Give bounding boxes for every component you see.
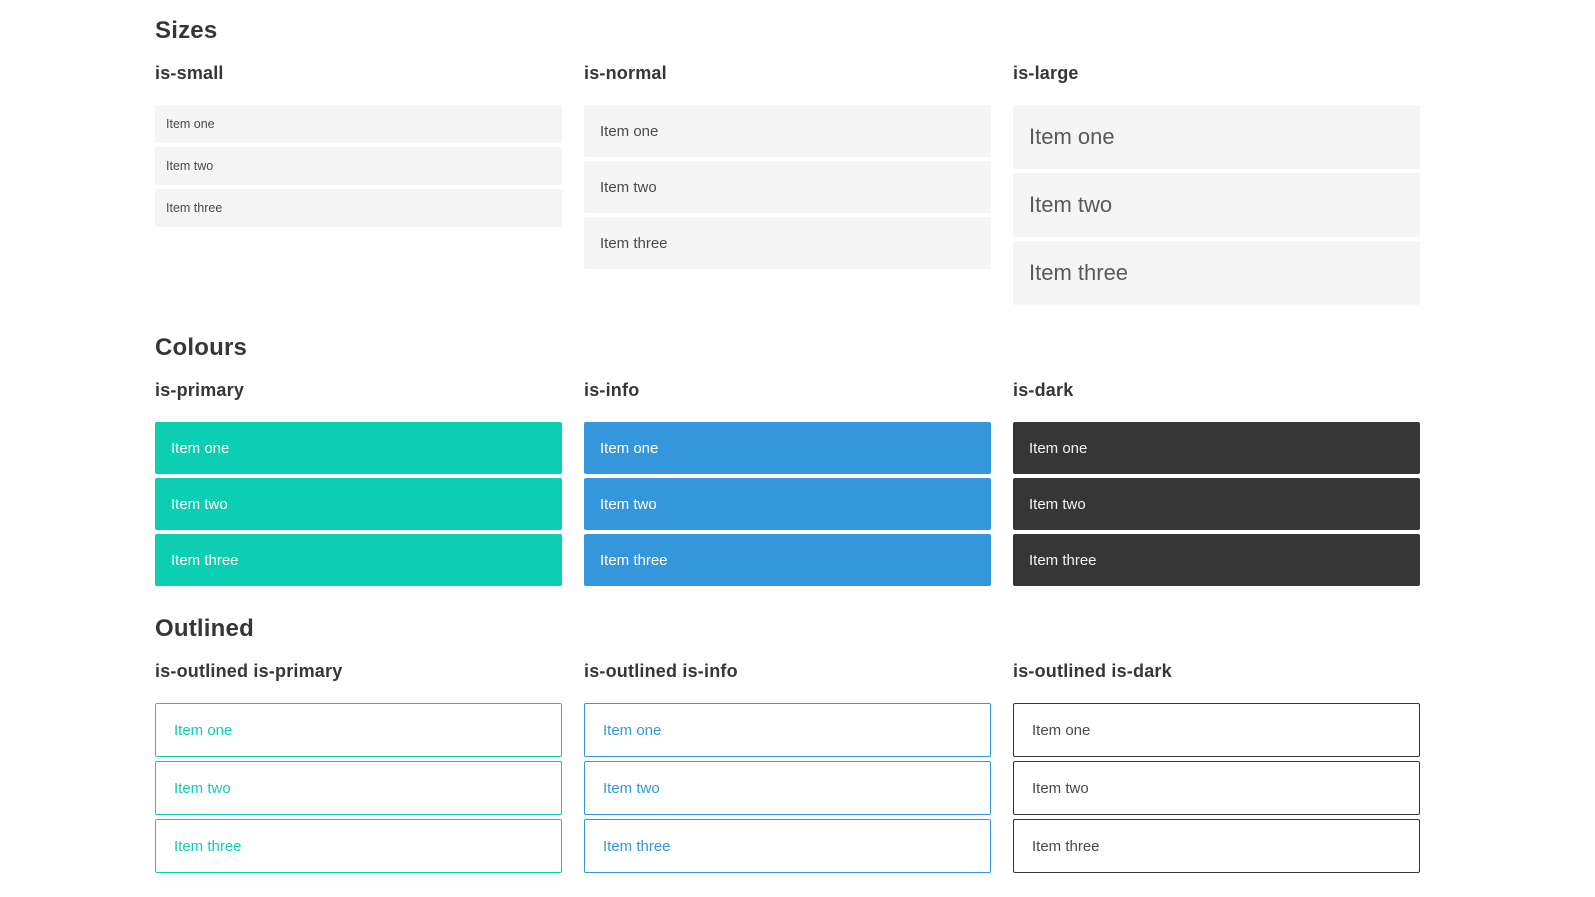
variant-title-outlined-dark: is-outlined is-dark [1013,661,1172,681]
variant-title-outlined-info: is-outlined is-info [584,661,738,681]
list-item[interactable]: Item three [1013,241,1420,305]
list-item[interactable]: Item three [584,819,991,873]
section-outlined: Outlined is-outlined is-primary Item one It… [155,614,1420,873]
list-item[interactable]: Item two [155,478,562,530]
list-outlined-dark: Item one Item two Item three [1013,703,1420,873]
column-outlined-dark: is-outlined is-dark Item one Item two Item … [1013,660,1420,873]
column-large: is-large Item one Item two Item three [1013,62,1420,305]
list-item[interactable]: Item one [584,703,991,757]
variant-title-primary: is-primary [155,380,245,400]
list-item[interactable]: Item one [155,105,562,143]
list-item[interactable]: Item two [1013,173,1420,237]
list-normal: Item one Item two Item three [584,105,991,269]
list-item[interactable]: Item two [584,161,991,213]
section-title: Outlined [155,615,254,642]
section-title: Sizes [155,17,218,44]
column-dark: is-dark Item one Item two Item three [1013,379,1420,586]
list-item[interactable]: Item three [155,534,562,586]
column-outlined-primary: is-outlined is-primary Item one Item two It… [155,660,562,873]
list-large: Item one Item two Item three [1013,105,1420,305]
list-outlined-primary: Item one Item two Item three [155,703,562,873]
section-colours: Colours is-primary Item one Item two Item th… [155,333,1420,586]
list-item[interactable]: Item two [1013,478,1420,530]
list-item[interactable]: Item two [584,478,991,530]
column-normal: is-normal Item one Item two Item three [584,62,991,269]
list-item[interactable]: Item one [1013,422,1420,474]
list-item[interactable]: Item two [584,761,991,815]
list-item[interactable]: Item one [155,703,562,757]
list-item[interactable]: Item three [584,534,991,586]
column-small: is-small Item one Item two Item three [155,62,562,227]
list-item[interactable]: Item one [1013,105,1420,169]
columns-row: is-outlined is-primary Item one Item two It… [155,660,1420,873]
list-item[interactable]: Item three [584,217,991,269]
list-item[interactable]: Item three [155,189,562,227]
page-content: Sizes is-small Item one Item two Item three i… [0,0,1595,873]
list-item[interactable]: Item two [1013,761,1420,815]
variant-title-small: is-small [155,63,224,83]
list-item[interactable]: Item three [1013,819,1420,873]
columns-row: is-primary Item one Item two Item three is-i… [155,379,1420,586]
list-primary: Item one Item two Item three [155,422,562,586]
column-primary: is-primary Item one Item two Item three [155,379,562,586]
section-sizes: Sizes is-small Item one Item two Item three i… [155,16,1420,305]
list-item[interactable]: Item one [1013,703,1420,757]
list-info: Item one Item two Item three [584,422,991,586]
list-item[interactable]: Item one [584,422,991,474]
variant-title-normal: is-normal [584,63,667,83]
list-small: Item one Item two Item three [155,105,562,227]
variant-title-dark: is-dark [1013,380,1074,400]
column-outlined-info: is-outlined is-info Item one Item two Item … [584,660,991,873]
list-item[interactable]: Item three [1013,534,1420,586]
variant-title-outlined-primary: is-outlined is-primary [155,661,343,681]
variant-title-info: is-info [584,380,640,400]
list-item[interactable]: Item one [584,105,991,157]
list-item[interactable]: Item one [155,422,562,474]
list-item[interactable]: Item two [155,147,562,185]
list-item[interactable]: Item two [155,761,562,815]
section-title: Colours [155,334,248,361]
columns-row: is-small Item one Item two Item three is-nor… [155,62,1420,305]
list-dark: Item one Item two Item three [1013,422,1420,586]
variant-title-large: is-large [1013,63,1079,83]
column-info: is-info Item one Item two Item three [584,379,991,586]
list-item[interactable]: Item three [155,819,562,873]
list-outlined-info: Item one Item two Item three [584,703,991,873]
